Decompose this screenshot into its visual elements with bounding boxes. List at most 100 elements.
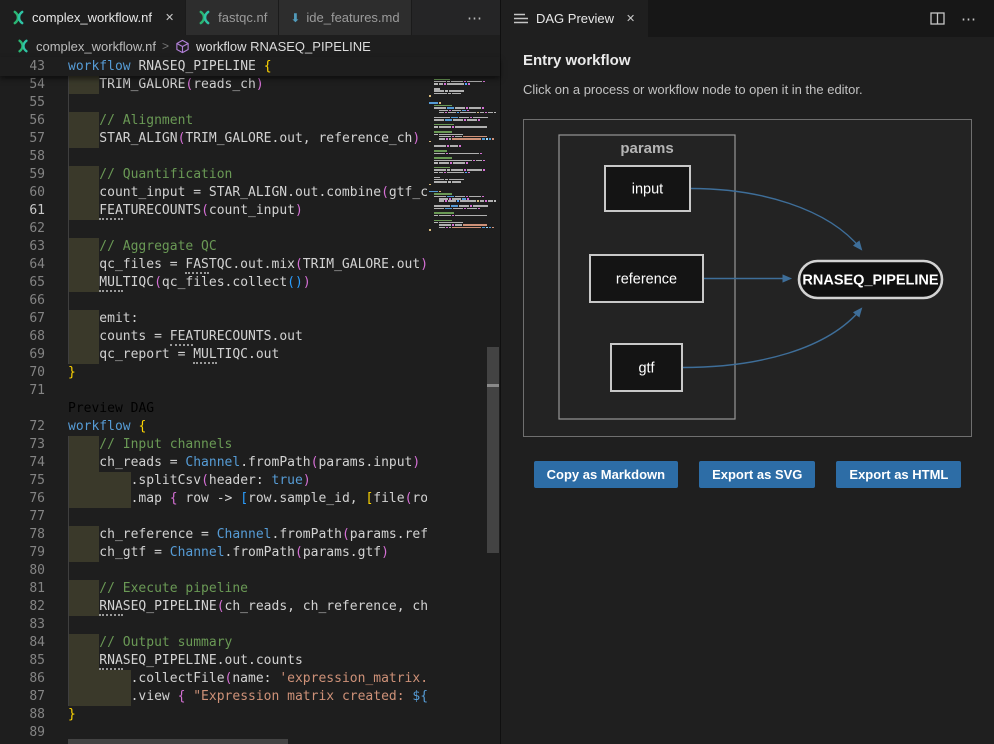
- vertical-scrollbar[interactable]: [487, 347, 499, 553]
- line-content: }: [68, 706, 427, 724]
- close-icon[interactable]: ✕: [165, 11, 174, 24]
- code-line[interactable]: 79ch_gtf = Channel.fromPath(params.gtf): [0, 544, 427, 562]
- code-token: (: [201, 203, 209, 218]
- dag-node-rnaseq-pipeline[interactable]: RNASEQ_PIPELINE: [799, 261, 942, 298]
- code-line[interactable]: 59// Quantification: [0, 166, 427, 184]
- breadcrumb-symbol[interactable]: workflow RNASEQ_PIPELINE: [196, 39, 371, 54]
- code-token: }: [68, 707, 76, 722]
- line-content: workflow RNASEQ_PIPELINE {: [68, 57, 272, 76]
- tab-fastqc[interactable]: fastqc.nf: [186, 0, 279, 35]
- code-line[interactable]: 81// Execute pipeline: [0, 580, 427, 598]
- indent-highlight: [68, 634, 99, 652]
- minimap-line: [429, 177, 487, 179]
- more-actions-icon[interactable]: ⋯: [961, 10, 978, 28]
- line-content: // Alignment: [68, 112, 427, 130]
- dag-node-gtf[interactable]: gtf: [611, 344, 682, 391]
- indent-highlight: [68, 202, 99, 220]
- code-line[interactable]: 55: [0, 94, 427, 112]
- panel-actions: ⋯: [930, 0, 994, 37]
- line-content: emit:: [68, 310, 427, 328]
- code-token: RNASEQ_PIPELINE: [138, 59, 263, 74]
- code-line[interactable]: 77: [0, 508, 427, 526]
- code-line[interactable]: 58: [0, 148, 427, 166]
- code-line[interactable]: 65MULTIQC(qc_files.collect()): [0, 274, 427, 292]
- line-content: count_input = STAR_ALIGN.out.combine(gtf…: [68, 184, 427, 202]
- code-line[interactable]: 62: [0, 220, 427, 238]
- line-number: 55: [0, 94, 68, 112]
- export-as-html-button[interactable]: Export as HTML: [836, 461, 961, 488]
- minimap-line: [429, 126, 487, 128]
- tab-complex-workflow[interactable]: complex_workflow.nf ✕: [0, 0, 186, 35]
- dag-node-reference[interactable]: reference: [590, 255, 703, 302]
- split-editor-icon[interactable]: [930, 12, 945, 25]
- code-line[interactable]: 57STAR_ALIGN(TRIM_GALORE.out, reference_…: [0, 130, 427, 148]
- line-content: // Execute pipeline: [68, 580, 427, 598]
- line-content: }: [68, 364, 427, 382]
- tab-overflow-button[interactable]: ⋯: [451, 0, 500, 35]
- code-line[interactable]: 73// Input channels: [0, 436, 427, 454]
- horizontal-scrollbar[interactable]: [68, 739, 288, 744]
- code-line[interactable]: 85RNASEQ_PIPELINE.out.counts: [0, 652, 427, 670]
- tab-ide-features[interactable]: ⬇ ide_features.md: [279, 0, 411, 35]
- copy-as-markdown-button[interactable]: Copy as Markdown: [534, 461, 678, 488]
- code-line[interactable]: 82RNASEQ_PIPELINE(ch_reads, ch_reference…: [0, 598, 427, 616]
- code-line[interactable]: 76.map { row -> [row.sample_id, [file(ro…: [0, 490, 427, 508]
- code-line[interactable]: 60count_input = STAR_ALIGN.out.combine(g…: [0, 184, 427, 202]
- code-line[interactable]: 43workflow RNASEQ_PIPELINE {: [0, 57, 272, 76]
- minimap-line: [429, 224, 487, 226]
- line-number: 60: [0, 184, 68, 202]
- code-line[interactable]: 75.splitCsv(header: true): [0, 472, 427, 490]
- minimap[interactable]: [429, 57, 487, 234]
- tab-label: ide_features.md: [306, 10, 399, 25]
- code-line[interactable]: 64qc_files = FASTQC.out.mix(TRIM_GALORE.…: [0, 256, 427, 274]
- code-token: ch_reads, ch_reference, ch_gtf: [225, 599, 427, 614]
- code-line[interactable]: 84// Output summary: [0, 634, 427, 652]
- line-content: FEATURECOUNTS(count_input): [68, 202, 427, 220]
- code-line[interactable]: 66: [0, 292, 427, 310]
- code-token: TIQC.out: [217, 347, 280, 362]
- codelens-row[interactable]: Preview DAG: [0, 400, 427, 418]
- code-line[interactable]: 83: [0, 616, 427, 634]
- line-number: 80: [0, 562, 68, 580]
- minimap-line: [429, 220, 487, 222]
- minimap-line: [429, 129, 487, 131]
- minimap-line: [429, 83, 487, 85]
- code-line[interactable]: 68counts = FEATURECOUNTS.out: [0, 328, 427, 346]
- code-line[interactable]: 63// Aggregate QC: [0, 238, 427, 256]
- code-line[interactable]: 88}: [0, 706, 427, 724]
- line-content: ch_reference = Channel.fromPath(params.r…: [68, 526, 427, 544]
- code-token: ): [412, 455, 420, 470]
- code-line[interactable]: 87.view { "Expression matrix created: ${…: [0, 688, 427, 706]
- code-line[interactable]: 67emit:: [0, 310, 427, 328]
- code-editor[interactable]: 54TRIM_GALORE(reads_ch)5556// Alignment5…: [0, 76, 427, 744]
- symbol-cube-icon: [175, 39, 190, 54]
- code-token: count_input = STAR_ALIGN.out.combine: [99, 185, 381, 200]
- dag-node-input[interactable]: input: [605, 166, 690, 211]
- code-line[interactable]: 74ch_reads = Channel.fromPath(params.inp…: [0, 454, 427, 472]
- line-content: ch_gtf = Channel.fromPath(params.gtf): [68, 544, 427, 562]
- codelens-preview-dag[interactable]: Preview DAG: [68, 401, 154, 416]
- code-line[interactable]: 70}: [0, 364, 427, 382]
- breadcrumb-file[interactable]: complex_workflow.nf: [36, 39, 156, 54]
- line-content: ch_reads = Channel.fromPath(params.input…: [68, 454, 427, 472]
- minimap-line: [429, 114, 487, 116]
- code-line[interactable]: 56// Alignment: [0, 112, 427, 130]
- code-line[interactable]: 69qc_report = MULTIQC.out: [0, 346, 427, 364]
- tab-dag-preview[interactable]: DAG Preview ✕: [501, 0, 648, 37]
- code-line[interactable]: 80: [0, 562, 427, 580]
- code-line[interactable]: 71: [0, 382, 427, 400]
- code-line[interactable]: 86.collectFile(name: 'expression_matrix.…: [0, 670, 427, 688]
- code-line[interactable]: 61FEATURECOUNTS(count_input): [0, 202, 427, 220]
- minimap-line: [429, 81, 487, 83]
- code-line[interactable]: 54TRIM_GALORE(reads_ch): [0, 76, 427, 94]
- sticky-scroll-line[interactable]: 43workflow RNASEQ_PIPELINE {: [0, 57, 500, 76]
- code-token: (: [217, 599, 225, 614]
- vscode-window: complex_workflow.nf ✕ fastqc.nf ⬇ ide_fe…: [0, 0, 994, 744]
- export-as-svg-button[interactable]: Export as SVG: [699, 461, 815, 488]
- minimap-line: [429, 215, 487, 217]
- code-line[interactable]: 72workflow {: [0, 418, 427, 436]
- line-content: .collectFile(name: 'expression_matrix.tx…: [68, 670, 427, 688]
- code-line[interactable]: 78ch_reference = Channel.fromPath(params…: [0, 526, 427, 544]
- code-token: (: [154, 275, 162, 290]
- close-icon[interactable]: ✕: [626, 12, 635, 25]
